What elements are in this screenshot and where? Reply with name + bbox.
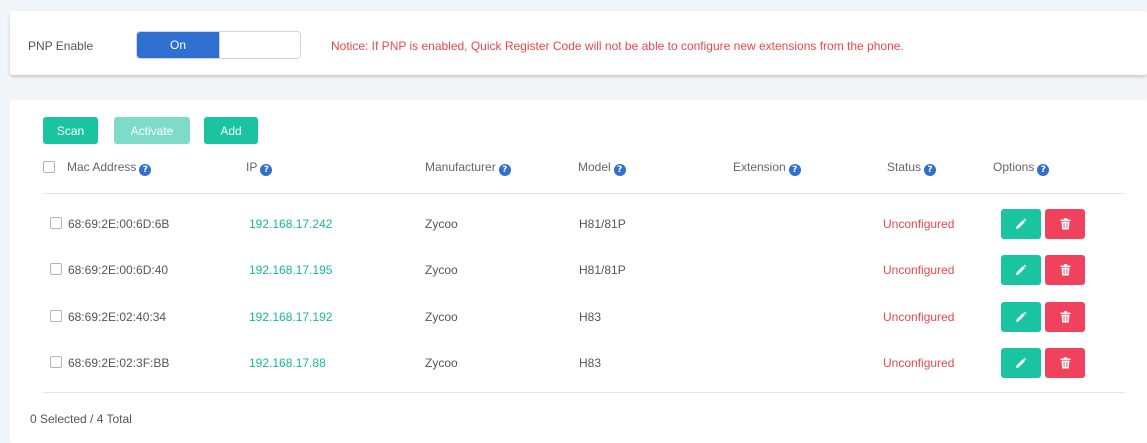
edit-button[interactable] bbox=[1001, 302, 1041, 332]
header-status-label: Status bbox=[887, 160, 922, 174]
mac-address: 68:69:2E:02:40:34 bbox=[68, 310, 167, 324]
status-text: Unconfigured bbox=[883, 263, 955, 277]
model: H83 bbox=[579, 356, 602, 370]
pencil-icon bbox=[1016, 357, 1027, 368]
ip-link[interactable]: 192.168.17.192 bbox=[249, 310, 332, 324]
header-model-label: Model bbox=[578, 160, 611, 174]
help-icon[interactable]: ? bbox=[613, 164, 626, 176]
edit-button[interactable] bbox=[1001, 209, 1041, 239]
row-checkbox[interactable] bbox=[50, 310, 62, 322]
ip-link[interactable]: 192.168.17.242 bbox=[249, 217, 332, 231]
delete-button[interactable] bbox=[1045, 255, 1085, 285]
toggle-knob[interactable] bbox=[219, 32, 300, 58]
mac-address: 68:69:2E:02:3F:BB bbox=[68, 356, 170, 370]
status-text: Unconfigured bbox=[883, 217, 955, 231]
help-icon[interactable]: ? bbox=[924, 164, 937, 176]
status-text: Unconfigured bbox=[883, 310, 955, 324]
mac-address: 68:69:2E:00:6D:6B bbox=[68, 217, 170, 231]
manufacturer: Zycoo bbox=[425, 310, 458, 324]
trash-icon bbox=[1060, 311, 1070, 323]
table-header: Mac Address? IP? Manufacturer? Model? Ex… bbox=[10, 159, 1147, 179]
header-extension[interactable]: Extension? bbox=[733, 160, 801, 176]
status-text: Unconfigured bbox=[883, 356, 955, 370]
header-manufacturer[interactable]: Manufacturer? bbox=[425, 160, 511, 176]
row-checkbox[interactable] bbox=[50, 263, 62, 275]
row-checkbox[interactable] bbox=[50, 217, 62, 229]
mac-address: 68:69:2E:00:6D:40 bbox=[68, 263, 169, 277]
header-ip[interactable]: IP? bbox=[246, 160, 273, 176]
header-extension-label: Extension bbox=[733, 160, 786, 174]
header-divider bbox=[43, 193, 1125, 194]
help-icon[interactable]: ? bbox=[1037, 164, 1050, 176]
header-options: Options? bbox=[993, 160, 1050, 176]
header-manufacturer-label: Manufacturer bbox=[425, 160, 496, 174]
pnp-enable-toggle[interactable]: On bbox=[136, 31, 301, 59]
ip-link[interactable]: 192.168.17.195 bbox=[249, 263, 332, 277]
trash-icon bbox=[1060, 218, 1070, 230]
pencil-icon bbox=[1016, 311, 1027, 322]
scan-button[interactable]: Scan bbox=[43, 117, 98, 144]
help-icon[interactable]: ? bbox=[260, 164, 273, 176]
header-options-label: Options bbox=[993, 160, 1035, 174]
table-row: 68:69:2E:00:6D:6B 192.168.17.242 Zycoo H… bbox=[10, 209, 1147, 239]
help-icon[interactable]: ? bbox=[788, 164, 801, 176]
header-mac-label: Mac Address bbox=[67, 160, 137, 174]
pencil-icon bbox=[1016, 264, 1027, 275]
footer-divider bbox=[43, 392, 1125, 393]
header-ip-label: IP bbox=[246, 160, 258, 174]
delete-button[interactable] bbox=[1045, 302, 1085, 332]
pencil-icon bbox=[1016, 218, 1027, 229]
table-row: 68:69:2E:02:40:34 192.168.17.192 Zycoo H… bbox=[10, 302, 1147, 332]
manufacturer: Zycoo bbox=[425, 356, 458, 370]
model: H83 bbox=[579, 310, 602, 324]
trash-icon bbox=[1060, 264, 1070, 276]
help-icon[interactable]: ? bbox=[498, 164, 511, 176]
row-checkbox[interactable] bbox=[50, 356, 62, 368]
header-mac[interactable]: Mac Address? bbox=[67, 160, 152, 176]
delete-button[interactable] bbox=[1045, 348, 1085, 378]
edit-button[interactable] bbox=[1001, 348, 1041, 378]
edit-button[interactable] bbox=[1001, 255, 1041, 285]
help-icon[interactable]: ? bbox=[139, 164, 152, 176]
table-row: 68:69:2E:00:6D:40 192.168.17.195 Zycoo H… bbox=[10, 255, 1147, 285]
devices-card: Scan Activate Add Mac Address? IP? Manuf… bbox=[10, 100, 1147, 443]
activate-button[interactable]: Activate bbox=[114, 117, 190, 144]
trash-icon bbox=[1060, 357, 1070, 369]
select-all-checkbox[interactable] bbox=[43, 161, 55, 173]
manufacturer: Zycoo bbox=[425, 217, 458, 231]
delete-button[interactable] bbox=[1045, 209, 1085, 239]
toggle-on-label: On bbox=[137, 32, 219, 58]
pnp-notice: Notice: If PNP is enabled, Quick Registe… bbox=[331, 39, 904, 53]
pnp-settings-card: PNP Enable On Notice: If PNP is enabled,… bbox=[10, 11, 1147, 75]
header-status[interactable]: Status? bbox=[887, 160, 937, 176]
model: H81/81P bbox=[579, 217, 626, 231]
ip-link[interactable]: 192.168.17.88 bbox=[249, 356, 326, 370]
header-model[interactable]: Model? bbox=[578, 160, 626, 176]
model: H81/81P bbox=[579, 263, 626, 277]
pnp-enable-label: PNP Enable bbox=[28, 39, 94, 53]
add-button[interactable]: Add bbox=[204, 117, 258, 144]
manufacturer: Zycoo bbox=[425, 263, 458, 277]
selection-summary: 0 Selected / 4 Total bbox=[30, 412, 132, 426]
table-row: 68:69:2E:02:3F:BB 192.168.17.88 Zycoo H8… bbox=[10, 348, 1147, 378]
